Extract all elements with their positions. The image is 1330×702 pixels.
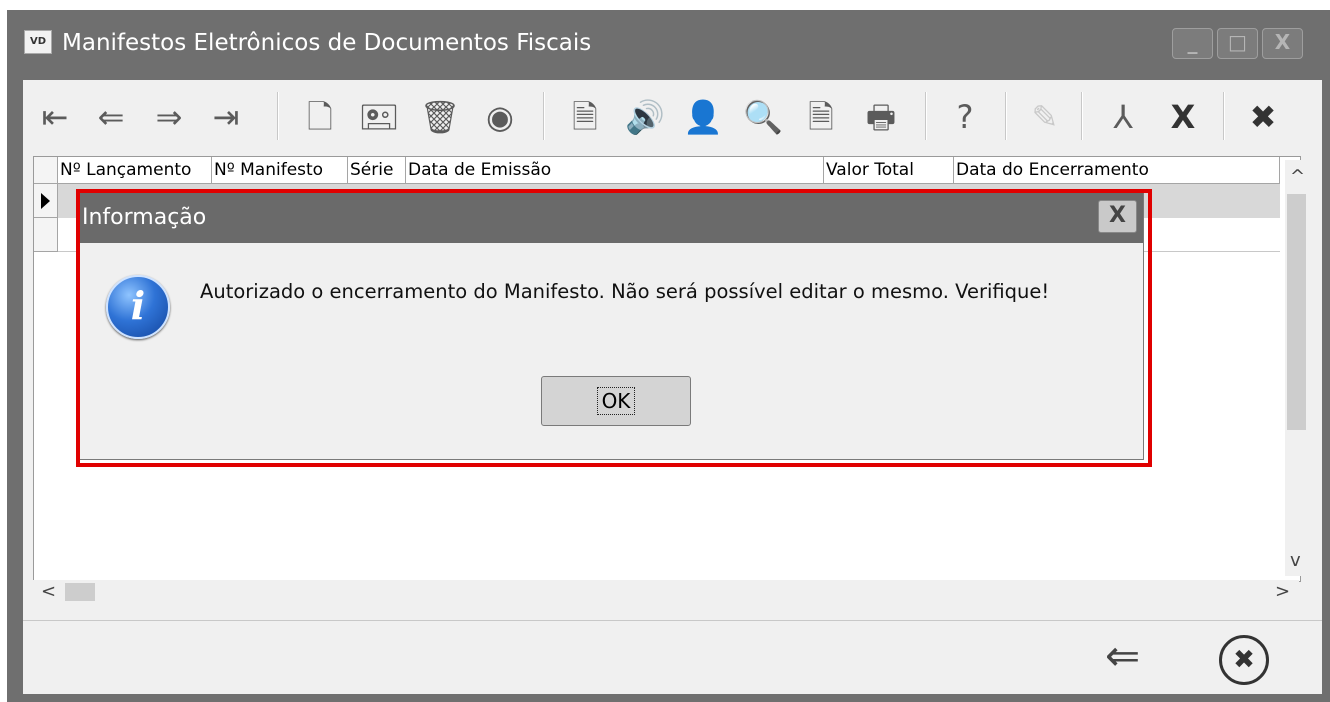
scroll-left-icon[interactable]: < — [41, 583, 56, 601]
column-header-valor-total[interactable]: Valor Total — [824, 157, 954, 184]
toolbar-separator — [543, 92, 545, 140]
toolbar-separator — [1081, 92, 1083, 140]
print-icon[interactable]: 🖶 — [859, 88, 903, 146]
close-circle-icon[interactable]: ✖ — [1219, 635, 1269, 685]
last-record-icon[interactable]: ⇥ — [204, 88, 248, 146]
dialog-message: Autorizado o encerramento do Manifesto. … — [200, 280, 1050, 303]
horizontal-scrollbar[interactable]: < > — [33, 580, 1299, 604]
window-title: Manifestos Eletrônicos de Documentos Fis… — [62, 30, 592, 56]
scroll-up-icon[interactable]: ^ — [1290, 168, 1305, 186]
info-dialog: Informação X i Autorizado o encerramento… — [80, 193, 1143, 459]
ok-button[interactable]: OK — [541, 376, 691, 426]
current-row-arrow-icon — [41, 193, 50, 209]
dialog-titlebar[interactable]: Informação X — [80, 193, 1143, 243]
column-header-serie[interactable]: Série — [348, 157, 406, 184]
new-document-icon[interactable]: 🗋 — [298, 88, 342, 146]
document-export-icon[interactable]: 🗎 — [563, 88, 607, 146]
column-header-manifesto[interactable]: Nº Manifesto — [212, 157, 348, 184]
view-icon[interactable]: ◉ — [478, 88, 522, 146]
close-icon[interactable]: X — [1262, 28, 1303, 59]
delete-icon[interactable]: 🗑 — [418, 88, 462, 146]
maximize-icon[interactable]: □ — [1217, 28, 1258, 59]
minimize-icon[interactable]: _ — [1172, 28, 1213, 59]
scroll-right-icon[interactable]: > — [1275, 583, 1290, 601]
user-icon[interactable]: 👤 — [681, 88, 725, 146]
scroll-down-icon[interactable]: v — [1290, 552, 1301, 570]
window-titlebar[interactable]: VD Manifestos Eletrônicos de Documentos … — [7, 10, 1330, 80]
edit-icon[interactable]: 🖭 — [357, 88, 401, 146]
column-header-data-encerramento[interactable]: Data do Encerramento — [954, 157, 1280, 184]
toolbar-separator — [1005, 92, 1007, 140]
app-logo-icon: VD — [24, 30, 52, 54]
help-icon[interactable]: ? — [943, 88, 987, 146]
horizontal-scroll-thumb[interactable] — [65, 583, 95, 601]
pdf-icon[interactable]: ⅄ — [1101, 88, 1145, 146]
next-record-icon[interactable]: ⇒ — [147, 88, 191, 146]
vertical-scroll-thumb[interactable] — [1287, 194, 1306, 430]
row-indicator[interactable] — [34, 218, 58, 252]
ok-button-label: OK — [596, 387, 636, 415]
back-arrow-icon[interactable]: ⇐ — [1105, 631, 1140, 680]
column-header-data-emissao[interactable]: Data de Emissão — [406, 157, 824, 184]
toolbar-separator — [925, 92, 927, 140]
toolbar: ⇤ ⇐ ⇒ ⇥ 🗋 🖭 🗑 ◉ 🗎 🔊 👤 🔍 🗎 🖶 ? ✎ ⅄ X ✖ — [23, 80, 1322, 156]
search-icon[interactable]: 🔍 — [741, 88, 785, 146]
row-indicator[interactable] — [34, 184, 58, 218]
excel-icon[interactable]: X — [1161, 88, 1205, 146]
first-record-icon[interactable]: ⇤ — [33, 88, 77, 146]
edit-disabled-icon: ✎ — [1031, 98, 1059, 136]
grid-corner — [34, 157, 58, 184]
column-header-lancamento[interactable]: Nº Lançamento — [58, 157, 212, 184]
bottom-action-bar: ⇐ ✖ — [23, 620, 1322, 694]
toolbar-separator — [1223, 92, 1225, 140]
previous-record-icon[interactable]: ⇐ — [89, 88, 133, 146]
dialog-title: Informação — [82, 205, 207, 230]
toolbar-separator — [277, 92, 279, 140]
close-circle-icon[interactable]: ✖ — [1241, 88, 1285, 146]
info-icon: i — [106, 275, 170, 339]
transmit-icon[interactable]: 🔊 — [623, 88, 667, 146]
dialog-close-icon[interactable]: X — [1098, 200, 1137, 233]
document-cancel-icon[interactable]: 🗎 — [799, 88, 843, 146]
vertical-scrollbar[interactable]: ^ v — [1285, 160, 1308, 576]
